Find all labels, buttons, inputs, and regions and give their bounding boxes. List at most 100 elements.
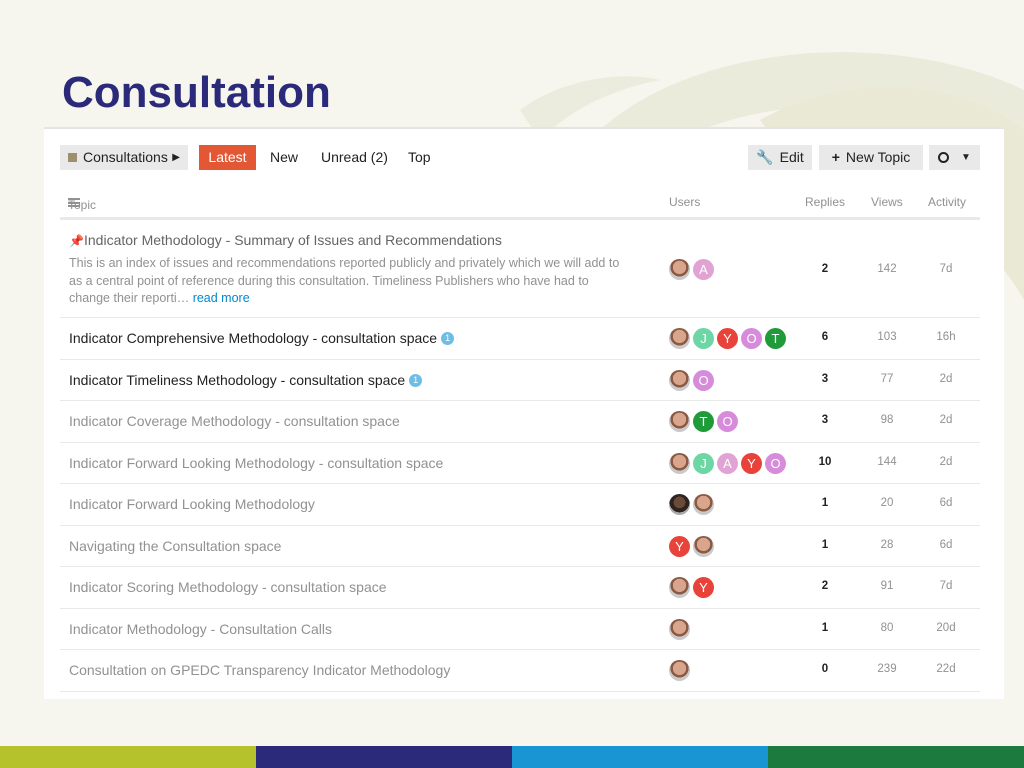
topic-title-link[interactable]: Indicator Comprehensive Methodology - co… bbox=[69, 330, 455, 346]
avatar-letter[interactable]: J bbox=[693, 452, 714, 474]
avatar[interactable] bbox=[669, 660, 690, 681]
avatar-letter[interactable]: T bbox=[765, 328, 786, 349]
slide-title: Consultation bbox=[62, 68, 331, 117]
activity-column-header[interactable]: Activity bbox=[928, 195, 966, 209]
avatar[interactable] bbox=[669, 369, 690, 391]
read-more-link[interactable]: read more bbox=[193, 291, 250, 305]
activity-age[interactable]: 7d bbox=[926, 580, 966, 592]
notifications-dropdown[interactable]: ▼ bbox=[929, 145, 980, 170]
avatar[interactable] bbox=[669, 328, 690, 349]
activity-age[interactable]: 22d bbox=[926, 663, 966, 675]
avatar[interactable] bbox=[669, 411, 690, 432]
avatar[interactable] bbox=[693, 494, 714, 515]
topic-rows: Indicator Comprehensive Methodology - co… bbox=[60, 318, 980, 692]
replies-count: 1 bbox=[821, 538, 829, 551]
category-dropdown[interactable]: Consultations ▶ bbox=[60, 145, 188, 170]
table-row[interactable]: Indicator Scoring Methodology - consulta… bbox=[60, 567, 980, 609]
topic-title-link[interactable]: Indicator Methodology - Consultation Cal… bbox=[69, 621, 332, 637]
avatar[interactable] bbox=[669, 618, 690, 640]
replies-column-header[interactable]: Replies bbox=[805, 195, 845, 209]
table-row[interactable]: Consultation on GPEDC Transparency Indic… bbox=[60, 650, 980, 692]
footer-bar-green bbox=[0, 746, 256, 768]
avatar-letter[interactable]: O bbox=[741, 328, 762, 349]
circle-icon bbox=[938, 152, 949, 163]
posters: TO bbox=[669, 411, 741, 433]
tab-top[interactable]: Top bbox=[408, 145, 431, 170]
activity-age[interactable]: 6d bbox=[926, 497, 966, 509]
avatar-letter[interactable]: O bbox=[717, 411, 738, 432]
avatar-letter[interactable]: Y bbox=[669, 535, 690, 557]
views-count: 28 bbox=[880, 538, 894, 551]
avatar[interactable] bbox=[669, 494, 690, 515]
avatar-letter[interactable]: O bbox=[693, 369, 714, 391]
table-header: Topic Users Replies Views Activity bbox=[60, 192, 980, 220]
activity-age[interactable]: 2d bbox=[926, 373, 966, 385]
avatar[interactable] bbox=[693, 535, 714, 557]
views-count: 239 bbox=[877, 663, 897, 675]
wrench-icon: 🔧 bbox=[756, 149, 774, 165]
avatar[interactable] bbox=[669, 452, 690, 474]
edit-label: Edit bbox=[779, 149, 804, 165]
avatar-letter[interactable]: J bbox=[693, 328, 714, 349]
views-count: 98 bbox=[880, 414, 894, 426]
topic-title-link[interactable]: Indicator Scoring Methodology - consulta… bbox=[69, 579, 387, 595]
views-count: 144 bbox=[877, 455, 897, 468]
replies-count: 2 bbox=[821, 263, 829, 275]
avatar-letter[interactable]: Y bbox=[693, 577, 714, 598]
new-posts-badge[interactable]: 1 bbox=[441, 332, 455, 345]
activity-age[interactable]: 6d bbox=[926, 539, 966, 551]
posters: JAYO bbox=[669, 452, 789, 475]
topic-list: 📌Indicator Methodology - Summary of Issu… bbox=[60, 221, 980, 692]
topic-title-link[interactable]: 📌Indicator Methodology - Summary of Issu… bbox=[69, 232, 502, 248]
topic-title-link[interactable]: Consultation on GPEDC Transparency Indic… bbox=[69, 662, 450, 678]
posters: JYOT bbox=[669, 328, 789, 350]
footer-bar-navy bbox=[256, 746, 512, 768]
activity-age[interactable]: 2d bbox=[926, 414, 966, 426]
new-topic-label: New Topic bbox=[845, 149, 911, 165]
topic-title-link[interactable]: Indicator Forward Looking Methodology bbox=[69, 496, 315, 512]
pin-icon: 📌 bbox=[69, 234, 84, 248]
avatar-letter[interactable]: Y bbox=[741, 452, 762, 474]
new-posts-badge[interactable]: 1 bbox=[409, 373, 423, 387]
table-row[interactable]: Navigating the Consultation space Y 1 28 6d bbox=[60, 526, 980, 567]
activity-age[interactable]: 16h bbox=[926, 331, 966, 343]
caret-down-icon: ▼ bbox=[961, 152, 971, 163]
avatar-letter[interactable]: O bbox=[765, 452, 786, 474]
topic-title-link[interactable]: Indicator Timeliness Methodology - consu… bbox=[69, 372, 423, 388]
tab-latest[interactable]: Latest bbox=[199, 145, 256, 170]
replies-count: 1 bbox=[821, 497, 829, 509]
avatar[interactable] bbox=[669, 577, 690, 598]
posters bbox=[669, 618, 693, 641]
new-topic-button[interactable]: + New Topic bbox=[819, 145, 923, 170]
replies-count: 1 bbox=[821, 621, 829, 634]
activity-age[interactable]: 2d bbox=[926, 456, 966, 468]
activity-age[interactable]: 20d bbox=[926, 622, 966, 634]
posters: A bbox=[669, 259, 717, 281]
topic-title-link[interactable]: Indicator Forward Looking Methodology - … bbox=[69, 455, 443, 471]
topic-title-link[interactable]: Navigating the Consultation space bbox=[69, 538, 281, 554]
table-row[interactable]: Indicator Coverage Methodology - consult… bbox=[60, 401, 980, 443]
table-row[interactable]: Indicator Methodology - Consultation Cal… bbox=[60, 609, 980, 650]
table-row-pinned[interactable]: 📌Indicator Methodology - Summary of Issu… bbox=[60, 221, 980, 318]
table-row[interactable]: Indicator Timeliness Methodology - consu… bbox=[60, 360, 980, 401]
topic-title-link[interactable]: Indicator Coverage Methodology - consult… bbox=[69, 413, 400, 429]
users-column-header: Users bbox=[669, 195, 701, 209]
avatar-letter[interactable]: Y bbox=[717, 328, 738, 349]
avatar-letter[interactable]: T bbox=[693, 411, 714, 432]
avatar[interactable] bbox=[669, 259, 690, 280]
category-color-swatch bbox=[68, 153, 77, 162]
tab-unread[interactable]: Unread (2) bbox=[321, 145, 388, 170]
avatar-letter[interactable]: A bbox=[717, 452, 738, 474]
table-row[interactable]: Indicator Comprehensive Methodology - co… bbox=[60, 318, 980, 360]
tab-new[interactable]: New bbox=[270, 145, 298, 170]
table-row[interactable]: Indicator Forward Looking Methodology - … bbox=[60, 443, 980, 484]
views-column-header[interactable]: Views bbox=[871, 195, 903, 209]
table-row[interactable]: Indicator Forward Looking Methodology 1 20… bbox=[60, 484, 980, 526]
replies-count: 3 bbox=[821, 414, 829, 426]
avatar-letter[interactable]: A bbox=[693, 259, 714, 280]
edit-button[interactable]: 🔧 Edit bbox=[748, 145, 812, 170]
navigation-bar: Consultations ▶ Latest New Unread (2) To… bbox=[60, 145, 980, 170]
caret-right-icon: ▶ bbox=[172, 152, 180, 163]
posters bbox=[669, 494, 717, 516]
activity-age[interactable]: 7d bbox=[926, 263, 966, 275]
